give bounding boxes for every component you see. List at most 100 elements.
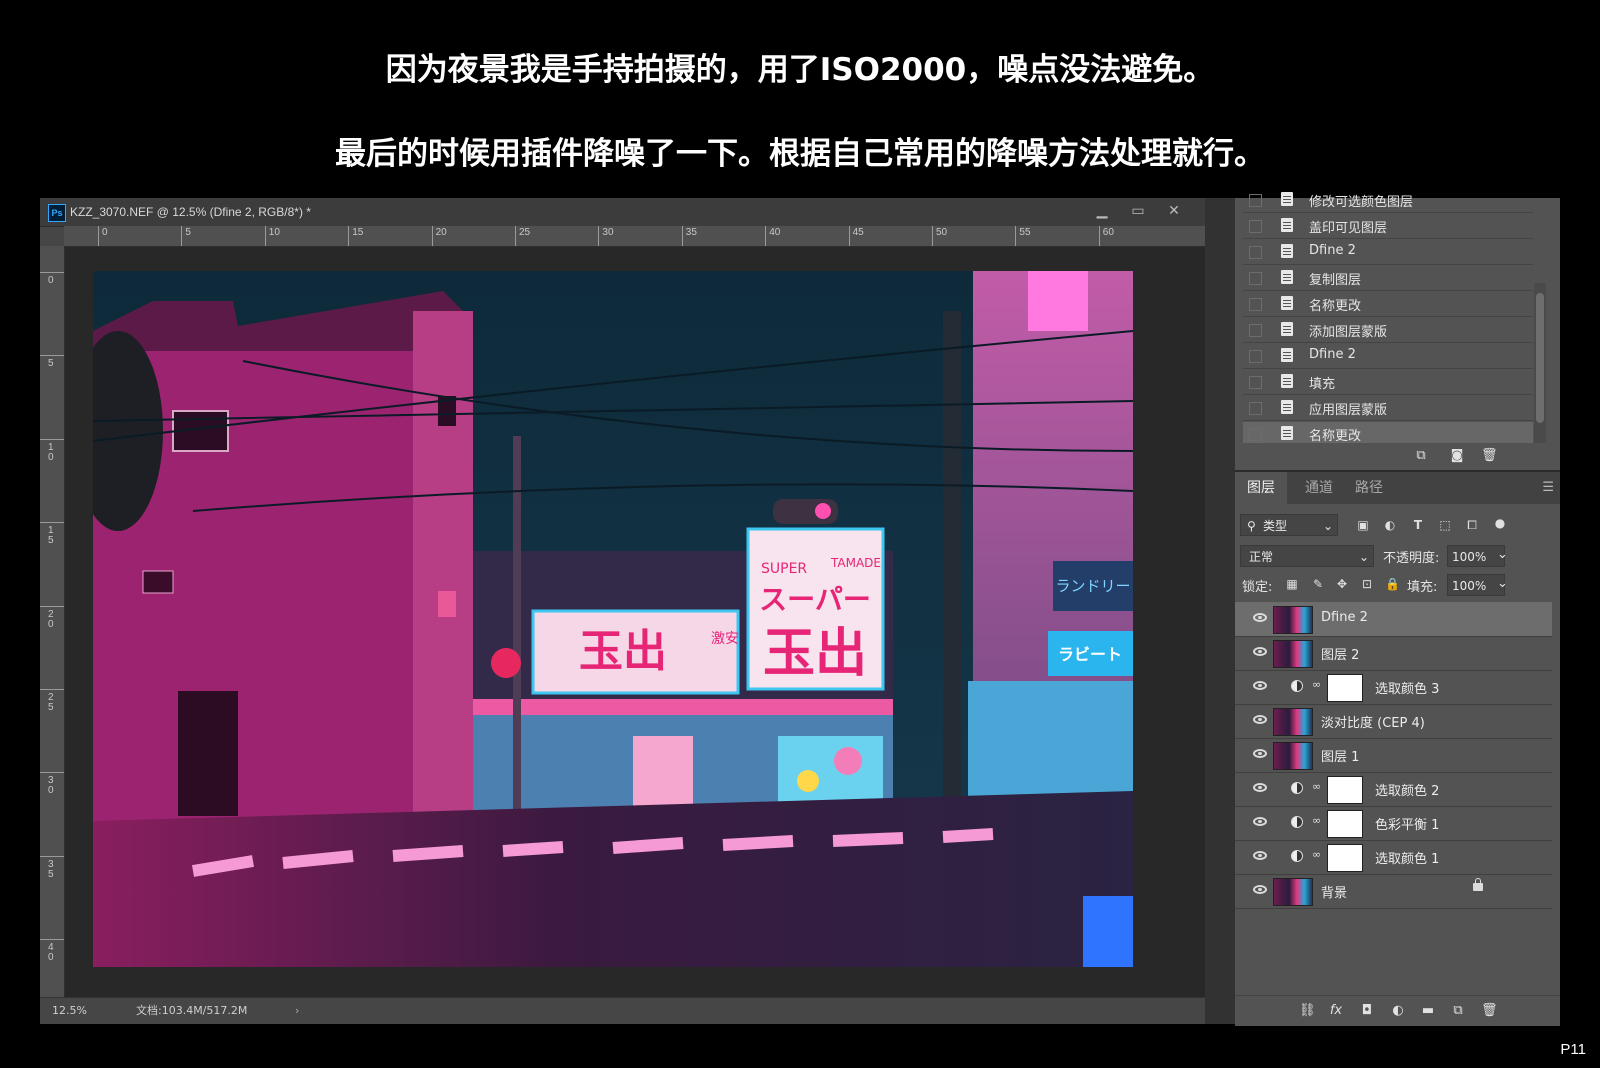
layer-mask-thumbnail[interactable]: [1327, 776, 1363, 804]
adjustment-filter-icon[interactable]: ◐: [1383, 518, 1397, 532]
visibility-eye-icon[interactable]: [1253, 613, 1267, 622]
new-layer-icon[interactable]: ⧉: [1450, 1003, 1466, 1019]
shape-filter-icon[interactable]: ⬚: [1438, 518, 1452, 532]
filter-toggle-icon[interactable]: ●: [1493, 516, 1507, 530]
ruler-label: 10: [48, 441, 54, 463]
history-snapshot-checkbox[interactable]: [1249, 298, 1262, 311]
layer-filter-select[interactable]: ⚲ 类型 ⌄: [1240, 514, 1338, 536]
visibility-eye-icon[interactable]: [1253, 715, 1267, 724]
adjustment-layer-icon: [1291, 680, 1303, 692]
lock-transparency-icon[interactable]: ▦: [1285, 577, 1299, 591]
layer-thumbnail[interactable]: [1273, 708, 1313, 736]
chevron-down-icon[interactable]: ⌄: [1497, 547, 1508, 562]
horizontal-ruler[interactable]: 0 5 10 15 20 25 30 35 40 45 50 55 60: [64, 226, 1205, 247]
mask-link-icon[interactable]: ∞: [1312, 678, 1321, 692]
history-snapshot-checkbox[interactable]: [1249, 272, 1262, 285]
close-button[interactable]: ✕: [1159, 198, 1189, 224]
lock-paint-icon[interactable]: ✎: [1311, 577, 1325, 591]
folder-icon[interactable]: ▬: [1420, 1003, 1436, 1019]
history-item[interactable]: 修改可选颜色图层: [1243, 188, 1533, 213]
visibility-eye-icon[interactable]: [1253, 851, 1267, 860]
layer-row[interactable]: ∞ 色彩平衡 1: [1235, 806, 1552, 841]
layer-row[interactable]: 淡对比度 (CEP 4): [1235, 704, 1552, 739]
visibility-eye-icon[interactable]: [1253, 681, 1267, 690]
layer-name: 背景: [1321, 886, 1348, 901]
history-item[interactable]: 填充: [1243, 370, 1533, 395]
layer-mask-thumbnail[interactable]: [1327, 674, 1363, 702]
ruler-tick: 5: [181, 226, 191, 246]
pixel-filter-icon[interactable]: ▣: [1356, 518, 1370, 532]
history-item[interactable]: 盖印可见图层: [1243, 214, 1533, 239]
smart-object-filter-icon[interactable]: ⧠: [1465, 518, 1479, 532]
tab-channels[interactable]: 通道: [1293, 472, 1345, 504]
lock-artboard-icon[interactable]: ⊡: [1360, 577, 1374, 591]
camera-icon[interactable]: ◙: [1449, 448, 1465, 464]
layer-thumbnail[interactable]: [1273, 878, 1313, 906]
mask-icon[interactable]: ◘: [1359, 1003, 1375, 1019]
panel-menu-icon[interactable]: ☰: [1542, 480, 1554, 495]
trash-icon[interactable]: 🗑: [1481, 448, 1498, 464]
blend-mode-select[interactable]: 正常 ⌄: [1240, 545, 1374, 567]
visibility-eye-icon[interactable]: [1253, 817, 1267, 826]
mask-link-icon[interactable]: ∞: [1312, 848, 1321, 862]
vertical-ruler[interactable]: 0 5 10 15 20 25 30 35 40: [40, 246, 65, 998]
layer-row[interactable]: ∞ 选取颜色 3: [1235, 670, 1552, 705]
visibility-eye-icon[interactable]: [1253, 783, 1267, 792]
tab-paths[interactable]: 路径: [1343, 472, 1395, 504]
photo-canvas[interactable]: 玉出 激安 SUPER TAMADE スーパー 玉出 ランドリー ラビート: [93, 271, 1133, 967]
layer-thumbnail[interactable]: [1273, 640, 1313, 668]
tab-layers[interactable]: 图层: [1235, 472, 1287, 504]
layer-row[interactable]: Dfine 2: [1235, 602, 1552, 637]
history-snapshot-checkbox[interactable]: [1249, 428, 1262, 441]
layer-thumbnail[interactable]: [1273, 606, 1313, 634]
status-menu-arrow[interactable]: ›: [295, 998, 299, 1024]
zoom-level[interactable]: 12.5%: [52, 998, 87, 1024]
layer-thumbnail[interactable]: [1273, 742, 1313, 770]
sign-kanji-wide: 玉出: [579, 626, 667, 677]
history-item[interactable]: 复制图层: [1243, 266, 1533, 291]
layer-mask-thumbnail[interactable]: [1327, 810, 1363, 838]
history-item-label: 修改可选颜色图层: [1309, 195, 1414, 210]
history-item[interactable]: Dfine 2: [1243, 344, 1533, 369]
sign-rabbit: ラビート: [1058, 645, 1122, 664]
type-filter-icon[interactable]: T: [1411, 518, 1425, 532]
layer-row[interactable]: 图层 1: [1235, 738, 1552, 773]
history-snapshot-checkbox[interactable]: [1249, 324, 1262, 337]
trash-icon[interactable]: 🗑: [1481, 1003, 1498, 1019]
history-snapshot-checkbox[interactable]: [1249, 376, 1262, 389]
layer-row[interactable]: ∞ 选取颜色 1: [1235, 840, 1552, 875]
chevron-down-icon[interactable]: ⌄: [1497, 576, 1508, 591]
minimize-button[interactable]: ▁: [1087, 198, 1117, 224]
history-snapshot-checkbox[interactable]: [1249, 246, 1262, 259]
history-item[interactable]: 应用图层蒙版: [1243, 396, 1533, 421]
restore-button[interactable]: ▭: [1123, 198, 1153, 224]
visibility-eye-icon[interactable]: [1253, 749, 1267, 758]
history-snapshot-checkbox[interactable]: [1249, 194, 1262, 207]
fx-icon[interactable]: fx: [1328, 1003, 1344, 1019]
history-step-icon: [1281, 244, 1293, 258]
layer-row[interactable]: 背景: [1235, 874, 1552, 909]
link-icon[interactable]: ⛓: [1299, 1003, 1316, 1019]
history-item[interactable]: Dfine 2: [1243, 240, 1533, 265]
lock-all-icon[interactable]: 🔒: [1385, 577, 1400, 591]
ruler-label: 20: [48, 608, 54, 630]
history-item[interactable]: 名称更改: [1243, 292, 1533, 317]
adjustment-icon[interactable]: ◐: [1390, 1003, 1406, 1019]
layer-row[interactable]: 图层 2: [1235, 636, 1552, 671]
lock-icon[interactable]: [1473, 878, 1483, 891]
mask-link-icon[interactable]: ∞: [1312, 780, 1321, 794]
history-snapshot-checkbox[interactable]: [1249, 220, 1262, 233]
history-snapshot-checkbox[interactable]: [1249, 350, 1262, 363]
history-snapshot-checkbox[interactable]: [1249, 402, 1262, 415]
mask-link-icon[interactable]: ∞: [1312, 814, 1321, 828]
visibility-eye-icon[interactable]: [1253, 885, 1267, 894]
history-item[interactable]: 添加图层蒙版: [1243, 318, 1533, 343]
lock-position-icon[interactable]: ✥: [1335, 577, 1349, 591]
new-document-icon[interactable]: ⧉: [1413, 448, 1429, 464]
layer-row[interactable]: ∞ 选取颜色 2: [1235, 772, 1552, 807]
layer-mask-thumbnail[interactable]: [1327, 844, 1363, 872]
ruler-label: 0: [102, 227, 108, 238]
document-tab[interactable]: Ps KZZ_3070.NEF @ 12.5% (Dfine 2, RGB/8*…: [40, 198, 1205, 227]
history-scrollbar[interactable]: [1534, 283, 1546, 443]
visibility-eye-icon[interactable]: [1253, 647, 1267, 656]
